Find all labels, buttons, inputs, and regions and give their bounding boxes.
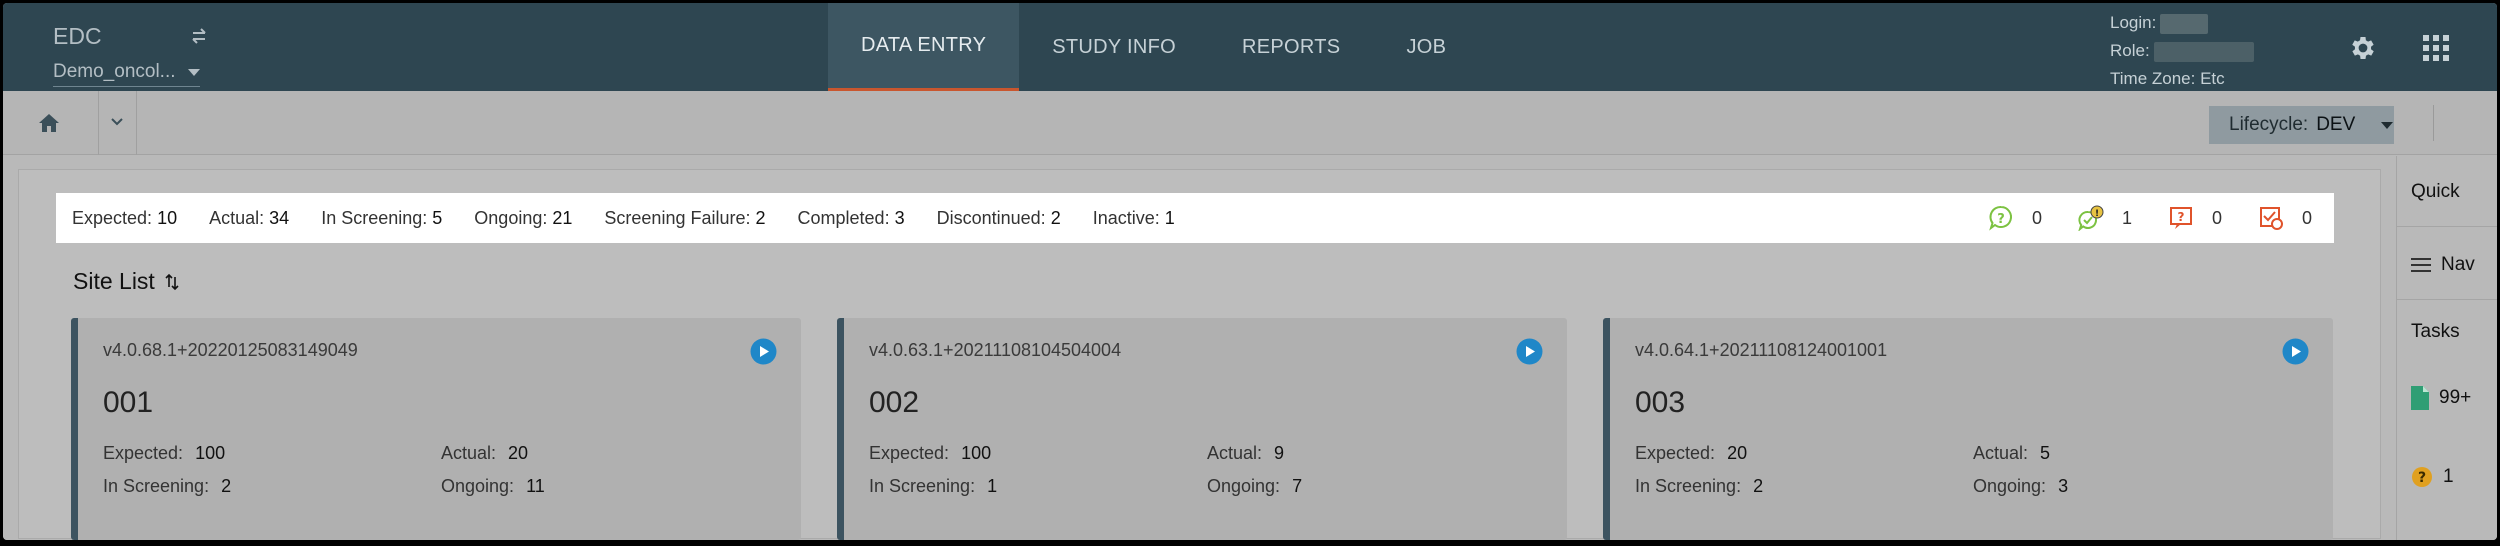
open-queries-count: 0 [2031, 207, 2042, 228]
site-code: 002 [869, 386, 920, 419]
svg-text:?: ? [1997, 212, 2005, 227]
site-version: v4.0.63.1+20211108104504004 [869, 340, 1122, 360]
site-card-001[interactable]: v4.0.68.1+20220125083149049 001 Expected… [71, 318, 801, 540]
redacted-login [2160, 13, 2209, 34]
tasks-label: Tasks [2411, 321, 2460, 342]
site-actual: Actual: 9 [1207, 443, 1285, 463]
query-status-group: ? 0 ! 1 ? 0 0 [1988, 193, 2312, 243]
expand-button[interactable] [99, 91, 137, 155]
play-icon[interactable] [1516, 338, 1543, 365]
timezone-label: Time Zone: Etc [2110, 69, 2225, 88]
summary-screening-failure: Screening Failure: 2 [604, 207, 766, 228]
site-list-header: Site List [73, 268, 179, 295]
summary-ongoing: Ongoing: 21 [474, 207, 573, 228]
site-in-screening: In Screening: 1 [869, 476, 998, 496]
sort-icon[interactable] [165, 273, 179, 291]
site-ongoing: Ongoing: 7 [1207, 476, 1303, 496]
study-select-value: Demo_oncol... [53, 61, 176, 82]
app-name: EDC [53, 23, 102, 49]
home-button[interactable] [3, 91, 99, 155]
summary-inactive: Inactive: 1 [1092, 207, 1175, 228]
document-task-count: 99+ [2439, 387, 2472, 408]
lifecycle-select[interactable]: Lifecycle: DEV [2209, 106, 2394, 144]
site-list-title: Site List [73, 268, 155, 294]
open-queries[interactable]: ? 0 [1988, 205, 2042, 231]
svg-text:?: ? [2177, 210, 2184, 224]
help-task-count: 1 [2443, 466, 2454, 487]
document-tasks[interactable]: 99+ [2411, 386, 2471, 410]
quick-panel: Quick Nav Tasks 99+ ? 1 [2396, 156, 2497, 540]
site-actual: Actual: 5 [1973, 443, 2051, 463]
role-label: Role: [2110, 41, 2150, 60]
site-actual: Actual: 20 [441, 443, 529, 463]
summary-in-screening: In Screening: 5 [321, 207, 443, 228]
cancelled-queries-count: 0 [2301, 207, 2312, 228]
open-query-icon: ? [1989, 206, 2012, 231]
login-label: Login: [2110, 13, 2157, 32]
site-code: 001 [103, 386, 154, 419]
site-expected: Expected: 100 [869, 443, 992, 463]
answered-queries-count: 1 [2121, 207, 2132, 228]
help-icon: ? [2412, 467, 2432, 487]
divider [2397, 299, 2497, 300]
closed-query-icon: ? [2169, 207, 2192, 229]
app-window: EDC Demo_oncol... DATA ENTRY STUDY INFO … [3, 3, 2497, 540]
site-in-screening: In Screening: 2 [103, 476, 232, 496]
site-expected: Expected: 100 [103, 443, 226, 463]
site-code: 003 [1635, 386, 1686, 419]
subject-summary-bar: Expected: 10 Actual: 34 In Screening: 5 … [56, 193, 2334, 243]
answered-queries[interactable]: ! 1 [2078, 205, 2132, 231]
caret-down-icon [187, 68, 200, 76]
site-ongoing: Ongoing: 3 [1973, 476, 2069, 496]
top-header: EDC Demo_oncol... DATA ENTRY STUDY INFO … [3, 3, 2497, 91]
help-tasks[interactable]: ? 1 [2411, 466, 2454, 488]
summary-discontinued: Discontinued: 2 [936, 207, 1061, 228]
closed-queries[interactable]: ? 0 [2168, 205, 2222, 231]
cancelled-queries[interactable]: 0 [2258, 205, 2312, 231]
svg-text:!: ! [2095, 209, 2099, 219]
site-version: v4.0.68.1+20220125083149049 [103, 340, 358, 360]
user-info: Login: Role: Time Zone: Etc [2110, 9, 2254, 93]
menu-icon [2411, 258, 2431, 272]
site-card-002[interactable]: v4.0.63.1+20211108104504004 002 Expected… [837, 318, 1567, 540]
apps-grid-icon[interactable] [2423, 35, 2449, 61]
document-icon [2411, 386, 2429, 410]
closed-queries-count: 0 [2211, 207, 2222, 228]
summary-expected: Expected: 10 [72, 207, 178, 228]
answered-query-icon: ! [2078, 205, 2104, 231]
nav-menu-button[interactable]: Nav [2411, 254, 2475, 276]
play-icon[interactable] [2282, 338, 2309, 365]
lifecycle-label: Lifecycle: [2229, 114, 2309, 135]
tab-study-info[interactable]: STUDY INFO [1019, 3, 1209, 91]
home-icon [39, 114, 59, 132]
play-icon[interactable] [750, 338, 777, 365]
study-select[interactable]: Demo_oncol... [53, 61, 200, 87]
sub-toolbar: Lifecycle: DEV [3, 91, 2497, 155]
quick-nav-toggle[interactable]: Quick [2411, 181, 2460, 203]
main-nav: DATA ENTRY STUDY INFO REPORTS JOB [828, 3, 1479, 91]
tab-data-entry[interactable]: DATA ENTRY [828, 3, 1020, 91]
chevron-down-icon [111, 118, 123, 126]
site-in-screening: In Screening: 2 [1635, 476, 1764, 496]
lifecycle-value: DEV [2316, 114, 2356, 135]
caret-down-icon [2381, 121, 2394, 129]
divider [2433, 105, 2434, 141]
nav-label: Nav [2441, 254, 2475, 275]
cancelled-query-icon [2259, 207, 2283, 230]
summary-completed: Completed: 3 [797, 207, 905, 228]
tab-reports[interactable]: REPORTS [1209, 3, 1373, 91]
tab-job[interactable]: JOB [1373, 3, 1479, 91]
site-card-003[interactable]: v4.0.64.1+20211108124001001 003 Expected… [1603, 318, 2333, 540]
site-expected: Expected: 20 [1635, 443, 1748, 463]
site-ongoing: Ongoing: 11 [441, 476, 545, 496]
swap-icon[interactable] [188, 25, 210, 47]
site-version: v4.0.64.1+20211108124001001 [1635, 340, 1888, 360]
gear-icon[interactable] [2348, 33, 2378, 63]
summary-actual: Actual: 34 [209, 207, 290, 228]
svg-text:?: ? [2418, 470, 2426, 486]
redacted-role [2153, 41, 2254, 62]
divider [2397, 226, 2497, 227]
